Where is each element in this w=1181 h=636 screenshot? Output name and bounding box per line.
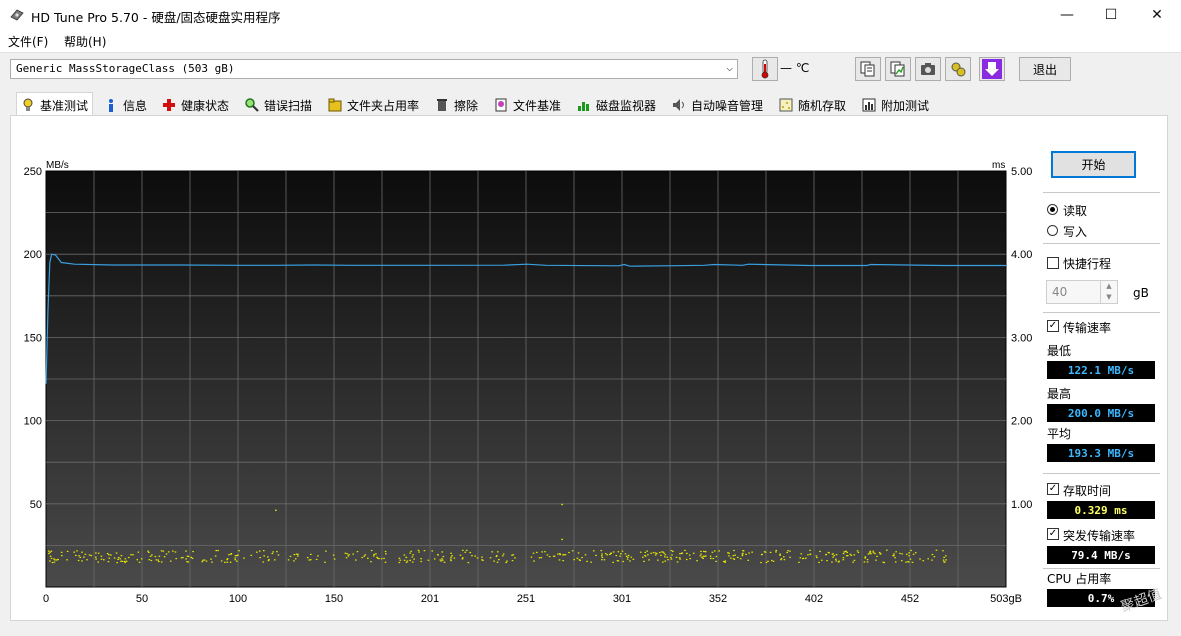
window-title: HD Tune Pro 5.70 - 硬盘/固态硬盘实用程序 (31, 10, 281, 25)
thermometer-button[interactable] (752, 57, 778, 81)
tab-random-access[interactable]: 随机存取 (779, 94, 846, 116)
tab-bar: 基准测试 信息 健康状态 错误扫描 文件夹占用率 擦除 文件基准 磁盘监视器 自… (0, 92, 1181, 117)
tab-label: 错误扫描 (264, 98, 313, 113)
options-button[interactable] (945, 57, 971, 81)
tab-label: 随机存取 (798, 98, 847, 113)
copy-info-icon (860, 61, 875, 77)
max-label: 最高 (1047, 387, 1072, 401)
info-icon (109, 99, 113, 112)
options-icon (951, 62, 966, 77)
save-button[interactable] (979, 57, 1005, 81)
thermometer-icon (761, 59, 769, 79)
tab-label: 健康状态 (181, 98, 230, 113)
tab-disk-monitor[interactable]: 磁盘监视器 (577, 94, 656, 116)
write-label: 写入 (1063, 225, 1088, 239)
burst-rate-checkbox[interactable]: ✓ (1047, 528, 1059, 540)
extra-tests-icon (862, 98, 876, 112)
tab-extra-tests[interactable]: 附加测试 (862, 94, 929, 116)
tab-error-scan[interactable]: 错误扫描 (245, 94, 312, 116)
cpu-usage-label: CPU 占用率 (1047, 572, 1112, 586)
drive-select-value: Generic MassStorageClass (503 gB) (16, 62, 235, 75)
tab-folder-usage[interactable]: 文件夹占用率 (328, 94, 419, 116)
speaker-icon (673, 99, 684, 111)
min-value-display: 122.1 MB/s (1047, 361, 1155, 379)
disk-monitor-icon (578, 102, 589, 111)
maximize-button[interactable]: ☐ (1088, 0, 1134, 30)
tab-label: 自动噪音管理 (691, 98, 764, 113)
transfer-rate-checkbox[interactable]: ✓ (1047, 320, 1059, 332)
read-radio[interactable] (1047, 204, 1058, 215)
burst-rate-display: 79.4 MB/s (1047, 546, 1155, 564)
separator (1043, 473, 1160, 474)
health-cross-icon (163, 99, 175, 111)
benchmark-panel (10, 115, 1168, 621)
short-stroke-value: 40 (1052, 285, 1068, 299)
save-download-icon (982, 59, 1002, 79)
write-radio[interactable] (1047, 225, 1058, 236)
stepper-arrows-icon[interactable]: ▲ ▼ (1100, 281, 1117, 303)
access-time-display: 0.329 ms (1047, 501, 1155, 519)
burst-rate-label: 突发传输速率 (1063, 529, 1136, 543)
separator (1043, 192, 1160, 193)
avg-label: 平均 (1047, 427, 1072, 441)
min-label: 最低 (1047, 344, 1072, 358)
copy-info-button[interactable] (855, 57, 881, 81)
menu-help[interactable]: 帮助(H) (64, 33, 106, 50)
separator (1043, 312, 1160, 313)
random-access-icon (779, 98, 793, 112)
file-benchmark-icon (495, 98, 507, 112)
magnifier-icon (245, 98, 259, 112)
separator (1043, 568, 1160, 569)
avg-value-display: 193.3 MB/s (1047, 444, 1155, 462)
menu-file[interactable]: 文件(F) (8, 33, 48, 50)
folder-icon (328, 98, 342, 112)
toolbar: Generic MassStorageClass (503 gB) ⌵ — ℃ (0, 52, 1181, 90)
transfer-rate-label: 传输速率 (1063, 321, 1112, 335)
short-stroke-checkbox[interactable] (1047, 257, 1059, 269)
access-time-label: 存取时间 (1063, 484, 1112, 498)
read-label: 读取 (1063, 204, 1088, 218)
copy-chart-icon (890, 61, 905, 77)
start-button[interactable]: 开始 (1051, 151, 1136, 178)
tab-health[interactable]: 健康状态 (162, 94, 229, 116)
tab-info[interactable]: 信息 (104, 94, 147, 116)
separator (1043, 243, 1160, 244)
drive-select[interactable]: Generic MassStorageClass (503 gB) ⌵ (10, 59, 738, 79)
tab-label: 基准测试 (40, 98, 89, 113)
tab-erase[interactable]: 擦除 (435, 94, 478, 116)
exit-button[interactable]: 退出 (1019, 57, 1071, 81)
screenshot-camera-icon (921, 63, 935, 75)
access-time-checkbox[interactable]: ✓ (1047, 483, 1059, 495)
trash-icon (437, 99, 447, 111)
tab-label: 磁盘监视器 (596, 98, 657, 113)
title-bar: HD Tune Pro 5.70 - 硬盘/固态硬盘实用程序 — ☐ ✕ (0, 0, 1181, 30)
tab-label: 附加测试 (881, 98, 930, 113)
copy-chart-button[interactable] (885, 57, 911, 81)
minimize-button[interactable]: — (1044, 0, 1090, 30)
close-button[interactable]: ✕ (1134, 0, 1180, 30)
tab-label: 文件夹占用率 (347, 98, 420, 113)
tab-benchmark[interactable]: 基准测试 (16, 92, 94, 117)
tab-acoustic[interactable]: 自动噪音管理 (672, 94, 763, 116)
chevron-down-icon: ⌵ (726, 61, 733, 74)
short-stroke-stepper[interactable]: 40 ▲ ▼ (1046, 280, 1118, 304)
screenshot-button[interactable] (915, 57, 941, 81)
tab-label: 信息 (123, 98, 148, 113)
menu-bar: 文件(F) 帮助(H) (0, 30, 1181, 53)
benchmark-icon (23, 98, 33, 111)
short-stroke-unit: gB (1133, 286, 1149, 300)
tab-label: 文件基准 (513, 98, 562, 113)
temperature-readout: — ℃ (780, 61, 810, 75)
tab-label: 擦除 (454, 98, 479, 113)
short-stroke-label: 快捷行程 (1063, 257, 1112, 271)
max-value-display: 200.0 MB/s (1047, 404, 1155, 422)
tab-file-benchmark[interactable]: 文件基准 (494, 94, 561, 116)
hd-tune-app-icon (10, 9, 24, 21)
